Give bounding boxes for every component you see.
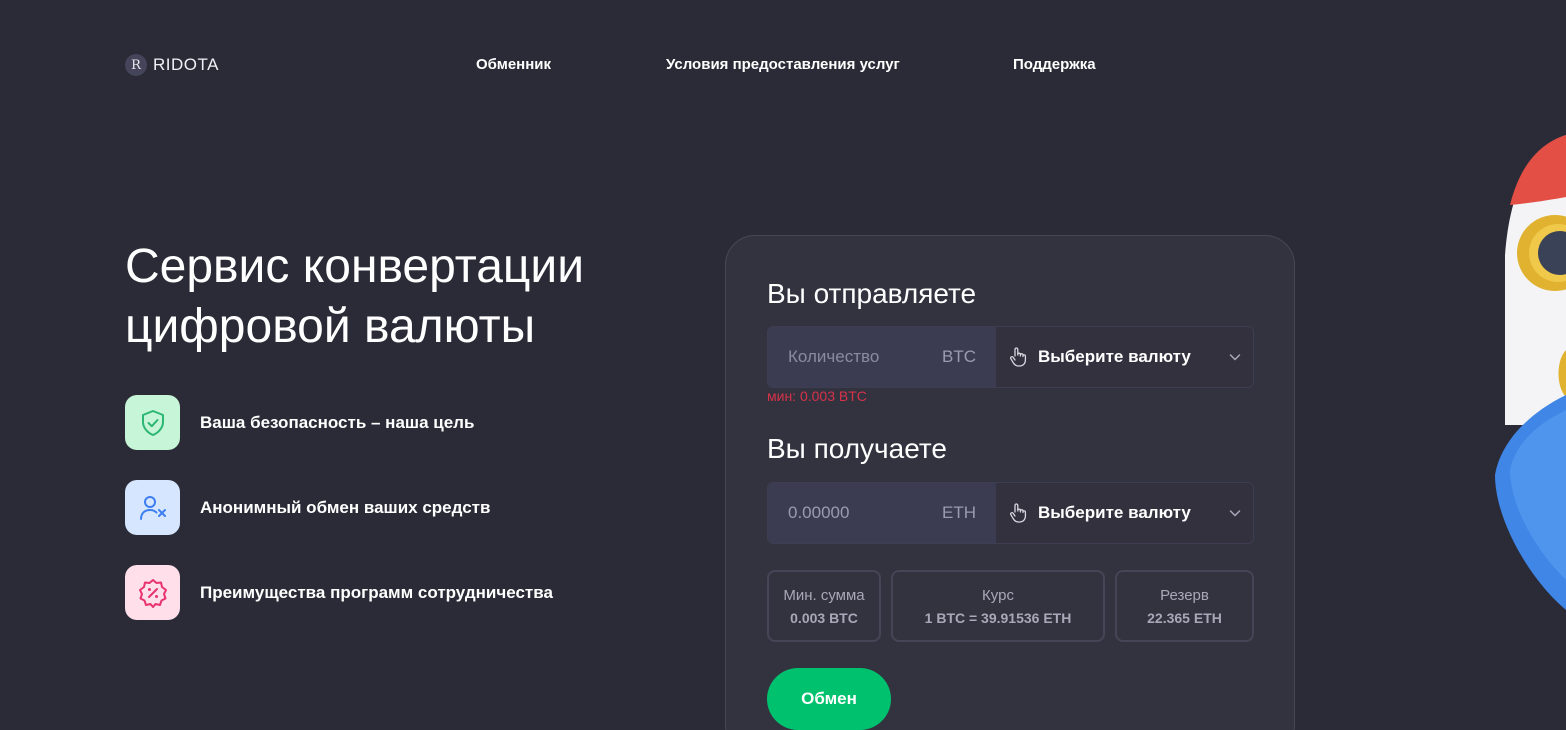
stat-value: 0.003 BTC: [790, 609, 858, 626]
stat-min-amount: Мин. сумма 0.003 BTC: [767, 570, 881, 642]
stat-value: 1 BTC = 39.91536 ETH: [924, 609, 1072, 626]
feature-label: Анонимный обмен ваших средств: [200, 497, 491, 517]
stat-reserve: Резерв 22.365 ETH: [1115, 570, 1254, 642]
stat-label: Курс: [982, 586, 1014, 604]
chevron-down-icon: [1229, 510, 1241, 517]
nav-link-terms[interactable]: Условия предоставления услуг: [666, 56, 900, 73]
min-amount-note: мин: 0.003 BTC: [767, 388, 867, 404]
chevron-down-icon: [1229, 354, 1241, 361]
nav-link-exchanger[interactable]: Обменник: [476, 56, 551, 73]
send-amount-box: BTC: [768, 327, 996, 387]
receive-currency-select[interactable]: Выберите валюту: [996, 483, 1253, 543]
hero-title: Сервис конвертации цифровой валюты: [125, 240, 584, 353]
send-row: BTC Выберите валюту: [767, 326, 1254, 388]
stat-label: Мин. сумма: [783, 586, 865, 604]
send-ticker: BTC: [942, 347, 976, 366]
send-amount-input[interactable]: [788, 347, 918, 367]
feature-label: Ваша безопасность – наша цель: [200, 412, 475, 432]
main-nav: Обменник Условия предоставления услуг По…: [0, 56, 1566, 76]
receive-title: Вы получаете: [767, 433, 947, 464]
exchange-button[interactable]: Обмен: [767, 668, 891, 730]
rocket-illustration: [1495, 135, 1566, 610]
user-x-icon: [125, 480, 180, 535]
receive-select-label: Выберите валюту: [1038, 503, 1191, 522]
send-title: Вы отправляете: [767, 278, 977, 309]
pointer-hand-icon: [1009, 503, 1027, 523]
discount-badge-icon: [125, 565, 180, 620]
send-currency-select[interactable]: Выберите валюту: [996, 327, 1253, 387]
pointer-hand-icon: [1009, 347, 1027, 367]
shield-check-icon: [125, 395, 180, 450]
exchange-card: Вы отправляете BTC Выберите валюту мин: …: [725, 235, 1295, 730]
nav-link-support[interactable]: Поддержка: [1013, 56, 1096, 73]
feature-anonymous: Анонимный обмен ваших средств: [125, 480, 553, 535]
stat-value: 22.365 ETH: [1147, 609, 1222, 626]
send-select-label: Выберите валюту: [1038, 347, 1191, 366]
receive-amount-value: 0.00000: [788, 503, 850, 522]
receive-row: 0.00000 ETH Выберите валюту: [767, 482, 1254, 544]
feature-partnership: Преимущества программ сотрудничества: [125, 565, 553, 620]
feature-security: Ваша безопасность – наша цель: [125, 395, 553, 450]
receive-amount-box: 0.00000 ETH: [768, 483, 996, 543]
features-list: Ваша безопасность – наша цель Анонимный …: [125, 395, 553, 650]
stat-label: Резерв: [1160, 586, 1209, 604]
receive-ticker: ETH: [942, 503, 976, 522]
stat-rate: Курс 1 BTC = 39.91536 ETH: [891, 570, 1105, 642]
feature-label: Преимущества программ сотрудничества: [200, 582, 553, 602]
